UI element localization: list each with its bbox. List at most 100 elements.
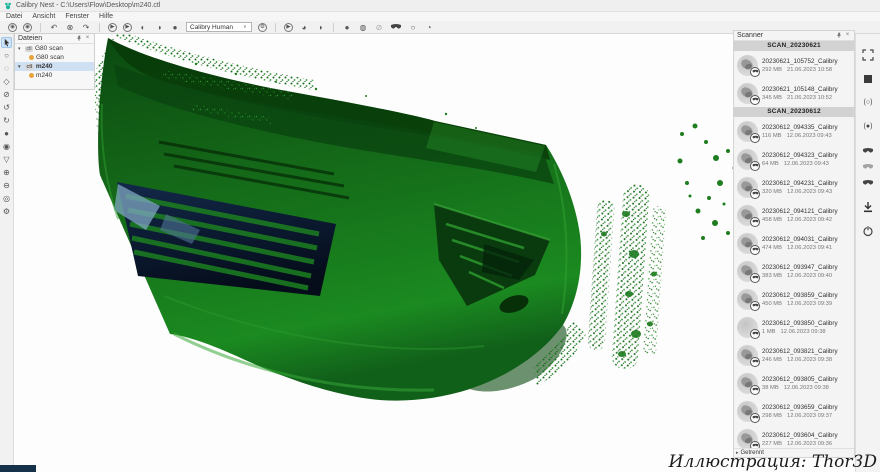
scan-list-item[interactable]: 20230612_094231_Calibry 320 MB 12.06.202… [734,173,854,201]
toolbar-separator [275,22,276,32]
device-selector[interactable]: Calibry Human ∨ [186,22,252,32]
deselect-icon[interactable]: ⊘ [1,89,12,100]
scan-list-item[interactable]: 20230612_094323_Calibry 64 MB 12.06.2023… [734,145,854,173]
stop-scan-icon[interactable] [862,72,875,85]
tree-item-m240[interactable]: ▾ ctl m240 [15,62,94,71]
scanner-c-icon[interactable] [862,176,875,189]
scanner-goggles-icon[interactable] [390,23,402,31]
workspace: ○ ◌ ◇ ⊘ ↺ ↻ ● ◉ ▽ ⊕ ⊖ ◎ ⚙ Dateien × ▾ ct… [0,30,880,472]
scanner-goggles-icon [750,188,760,199]
fill-tool-icon[interactable]: ● [1,128,12,139]
select-tool-icon[interactable] [1,37,12,48]
scan-list-item[interactable]: 20230621_105752_Calibry 292 MB 21.06.202… [734,51,854,79]
inspect-sphere-icon[interactable]: ◕ [299,23,309,32]
scan-list-item[interactable]: 20230621_105148_Calibry 345 MB 21.06.202… [734,79,854,107]
cancel-icon[interactable]: ⊗ [65,23,75,32]
ellipse-select-icon[interactable]: ○ [1,50,12,61]
scan-size: 292 MB [762,66,782,73]
scan-name: 20230612_093821_Calibry [762,347,838,355]
settings-tool-icon[interactable]: ⚙ [1,206,12,217]
droplet-tool-icon[interactable]: ◉ [1,141,12,152]
scan-list-item[interactable]: 20230612_093947_Calibry 383 MB 12.06.202… [734,257,854,285]
polygon-select-icon[interactable]: ◇ [1,76,12,87]
menu-datei[interactable]: Datei [6,13,22,20]
scan-date: 12.06.2023 09:38 [786,356,833,363]
scanner-b-icon[interactable] [862,160,875,173]
scan-meta: 20230612_094335_Calibry 116 MB 12.06.202… [762,124,838,139]
scan-list-item[interactable]: 20230612_093850_Calibry 1 MB 12.06.2023 … [734,313,854,341]
sphere-icon[interactable]: ● [170,23,180,32]
play-all-icon[interactable]: ▶ [123,22,132,32]
redo-icon[interactable]: ↷ [81,23,91,32]
scan-date: 12.06.2023 09:36 [786,440,833,447]
scan-thumbnail [737,82,760,105]
filter-tool-icon[interactable]: ▽ [1,154,12,165]
contrast-right-icon[interactable]: ◑ [154,23,164,32]
marker-outline-icon[interactable]: (○) [862,96,875,109]
tree-child-g80-scan[interactable]: G80 scan [15,53,94,62]
scan-group-header[interactable]: SCAN_20230612 [734,107,854,117]
scan-list-item[interactable]: 20230612_093859_Calibry 450 MB 12.06.202… [734,285,854,313]
freeform-select-icon[interactable]: ◌ [1,63,12,74]
focus-scan-icon[interactable] [862,48,875,61]
scan-list-item[interactable]: 20230612_094031_Calibry 474 MB 12.06.202… [734,229,854,257]
pin-icon[interactable] [75,35,82,42]
model-viewport[interactable] [14,34,733,472]
marker-filled-icon[interactable]: (●) [862,120,875,133]
process-play-icon[interactable]: ▶ [284,22,293,32]
scan-group-header[interactable]: SCAN_20230621 [734,41,854,51]
scanner-panel-header: Scanner × [734,31,854,41]
contrast-left-icon[interactable]: ◐ [138,23,148,32]
scan-name: 20230612_094121_Calibry [762,207,838,215]
wireframe-sphere-icon[interactable]: ◍ [358,23,368,32]
rotate-left-icon[interactable]: ↺ [1,102,12,113]
scan-thumbnail [737,400,760,423]
undo-icon[interactable]: ↶ [49,23,59,32]
disabled-icon[interactable]: ⊘ [374,23,384,32]
device-settings-icon[interactable]: ⚙ [258,22,267,32]
chevron-down-icon[interactable]: ▾ [18,46,23,52]
scan-meta: 20230612_094121_Calibry 458 MB 12.06.202… [762,208,838,223]
title-bar: Calibry Nest - C:\Users\Flow\Desktop\m24… [0,0,880,12]
scan-name: 20230612_094231_Calibry [762,179,838,187]
scan-list-item[interactable]: 20230612_094335_Calibry 116 MB 12.06.202… [734,117,854,145]
scan-meta: 20230612_093859_Calibry 450 MB 12.06.202… [762,292,838,307]
tree-child-m240[interactable]: m240 [15,71,94,80]
file-type-badge: ctl [25,45,33,52]
rotate-right-icon[interactable]: ↻ [1,115,12,126]
export-icon[interactable]: ◉ [23,22,32,32]
download-icon[interactable] [862,200,875,213]
menu-ansicht[interactable]: Ansicht [32,13,55,20]
scanner-a-icon[interactable] [862,144,875,157]
half-sphere-icon[interactable]: ◑ [315,23,325,32]
scanner-goggles-icon [750,160,760,171]
import-icon[interactable]: ◉ [8,22,17,32]
focus-view-icon[interactable]: ◎ [1,193,12,204]
files-panel-header: Dateien × [15,34,94,44]
zoom-in-icon[interactable]: ⊕ [1,167,12,178]
power-icon[interactable] [862,224,875,237]
scan-meta: 20230612_094031_Calibry 474 MB 12.06.202… [762,236,838,251]
pin-icon[interactable] [835,32,842,39]
scan-date: 12.06.2023 09:43 [786,132,832,139]
zoom-out-icon[interactable]: ⊖ [1,180,12,191]
menu-hilfe[interactable]: Hilfe [99,13,113,20]
scan-list-item[interactable]: 20230612_094121_Calibry 458 MB 12.06.202… [734,201,854,229]
scan-list-item[interactable]: 20230612_093805_Calibry 38 MB 12.06.2023… [734,369,854,397]
scanner-panel-title: Scanner [737,32,764,39]
scan-list-item[interactable]: 20230612_093659_Calibry 298 MB 12.06.202… [734,397,854,425]
shaded-sphere-icon[interactable]: ● [342,23,352,32]
circle-icon[interactable]: ○ [408,23,418,32]
tree-item-g80-scan[interactable]: ▾ ctl G80 scan [15,44,94,53]
orbit-icon[interactable]: ◔ [424,23,434,32]
scanner-goggles-icon [750,412,760,423]
scan-list-item[interactable]: 20230612_093821_Calibry 246 MB 12.06.202… [734,341,854,369]
scan-meta: 20230612_093604_Calibry 227 MB 12.06.202… [762,432,838,447]
menu-fenster[interactable]: Fenster [65,13,89,20]
close-icon[interactable]: × [84,35,91,42]
scan-size: 345 MB [762,94,782,101]
scan-name: 20230612_094335_Calibry [762,123,838,131]
close-icon[interactable]: × [844,32,851,39]
chevron-down-icon[interactable]: ▾ [18,64,23,70]
play-forward-icon[interactable]: ▶ [108,22,117,32]
